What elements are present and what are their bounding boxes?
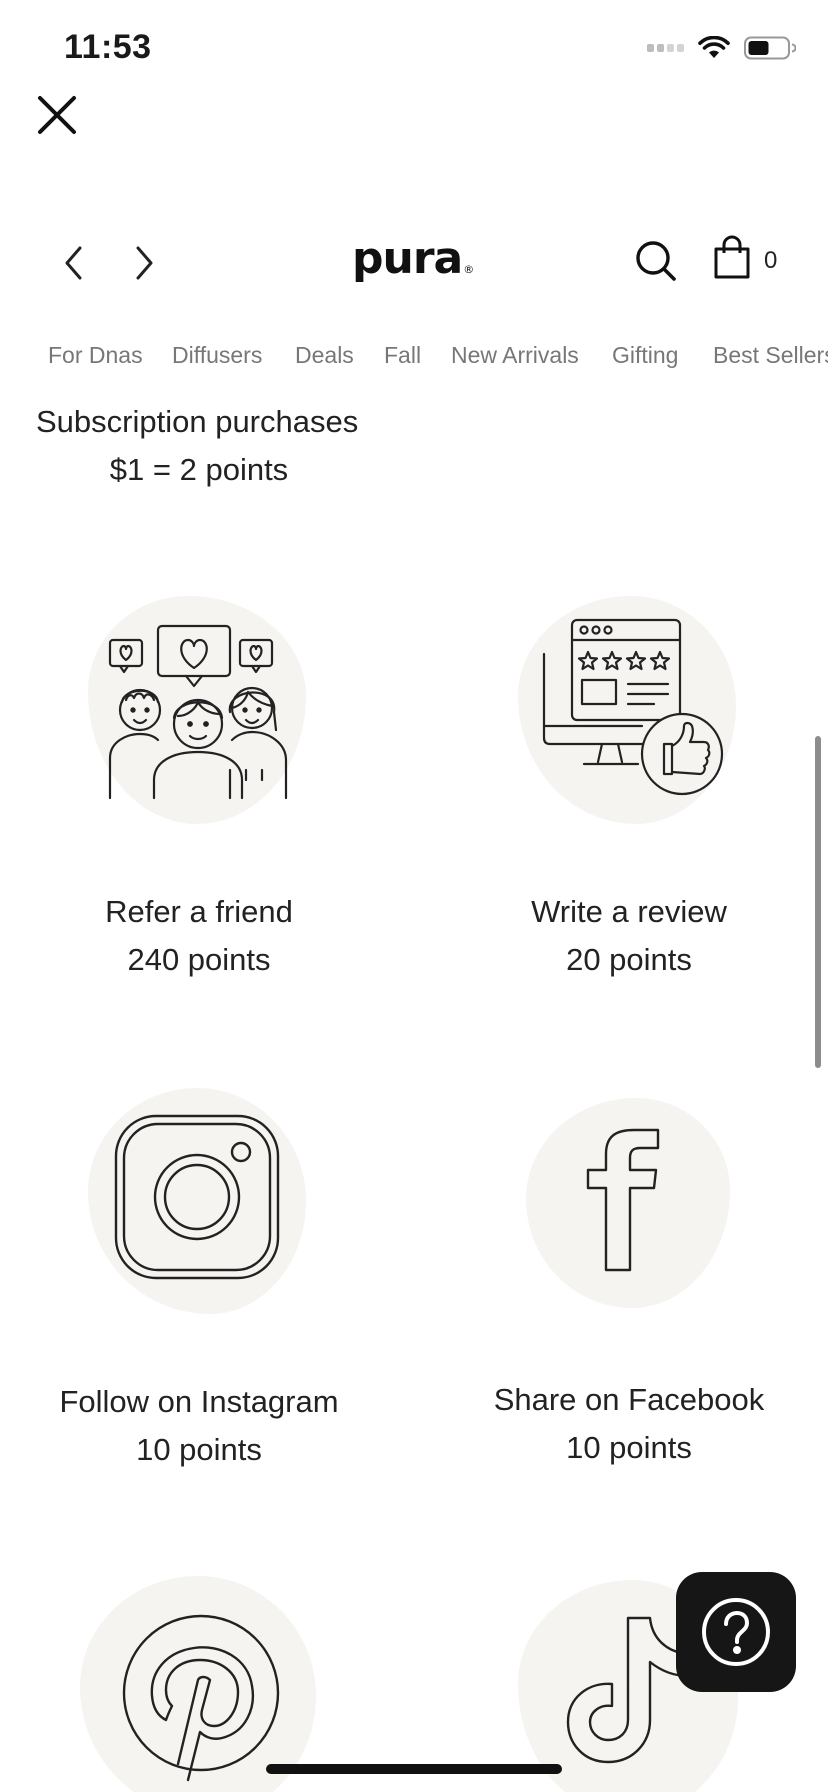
forward-button[interactable] (124, 243, 164, 283)
cart-button[interactable] (712, 235, 756, 283)
subscription-points: $1 = 2 points (109, 452, 289, 487)
pinterest-icon (122, 1614, 280, 1782)
category-new-arrivals[interactable]: New Arrivals (451, 342, 579, 369)
status-bar: 11:53 (0, 0, 828, 100)
facebook-icon (586, 1128, 660, 1272)
chevron-right-icon (136, 246, 153, 280)
close-button[interactable] (32, 90, 82, 140)
brand-logo[interactable]: pura® (352, 233, 474, 284)
wifi-icon (698, 36, 730, 58)
category-fall[interactable]: Fall (384, 342, 421, 369)
reward-points: 10 points (136, 1432, 262, 1467)
reward-points: 20 points (566, 942, 692, 977)
category-nav: For Dnas Diffusers Deals Fall New Arriva… (0, 342, 828, 382)
battery-icon (744, 36, 796, 60)
reward-points: 10 points (566, 1430, 692, 1465)
search-button[interactable] (634, 239, 678, 283)
instagram-icon (114, 1114, 280, 1280)
cart-count: 0 (764, 247, 778, 274)
refer-friends-icon (108, 624, 288, 800)
search-icon (636, 241, 676, 281)
reward-card-refer: Refer a friend 240 points (0, 590, 398, 990)
status-time: 11:53 (64, 28, 152, 66)
site-header: pura® 0 (0, 225, 828, 305)
reward-label: Refer a friend (105, 894, 293, 929)
reward-card-review: Write a review 20 points (430, 590, 828, 990)
help-button[interactable] (676, 1572, 796, 1692)
category-best-sellers[interactable]: Best Sellers (713, 342, 828, 369)
reward-card-instagram: Follow on Instagram 10 points (0, 1082, 398, 1482)
category-for-dnas[interactable]: For Dnas (48, 342, 143, 369)
status-icons (647, 36, 796, 60)
home-indicator[interactable] (266, 1764, 562, 1774)
reward-card-pinterest (0, 1572, 398, 1792)
reward-label: Follow on Instagram (59, 1384, 339, 1419)
reward-points: 240 points (127, 942, 271, 977)
logo-registered-mark: ® (463, 263, 474, 276)
chevron-left-icon (65, 246, 82, 280)
category-deals[interactable]: Deals (295, 342, 354, 369)
help-question-icon (702, 1598, 770, 1666)
review-icon (542, 618, 724, 796)
logo-text: pura (352, 233, 463, 284)
scrollbar-thumb[interactable] (815, 736, 821, 1068)
reward-label: Share on Facebook (493, 1382, 765, 1417)
shopping-bag-icon (714, 235, 750, 279)
category-gifting[interactable]: Gifting (612, 342, 678, 369)
close-icon (38, 96, 76, 134)
cellular-signal-icon (647, 44, 684, 52)
subscription-title: Subscription purchases (36, 404, 359, 439)
reward-label: Write a review (531, 894, 727, 929)
back-button[interactable] (54, 243, 94, 283)
reward-card-facebook: Share on Facebook 10 points (430, 1082, 828, 1482)
category-diffusers[interactable]: Diffusers (172, 342, 262, 369)
